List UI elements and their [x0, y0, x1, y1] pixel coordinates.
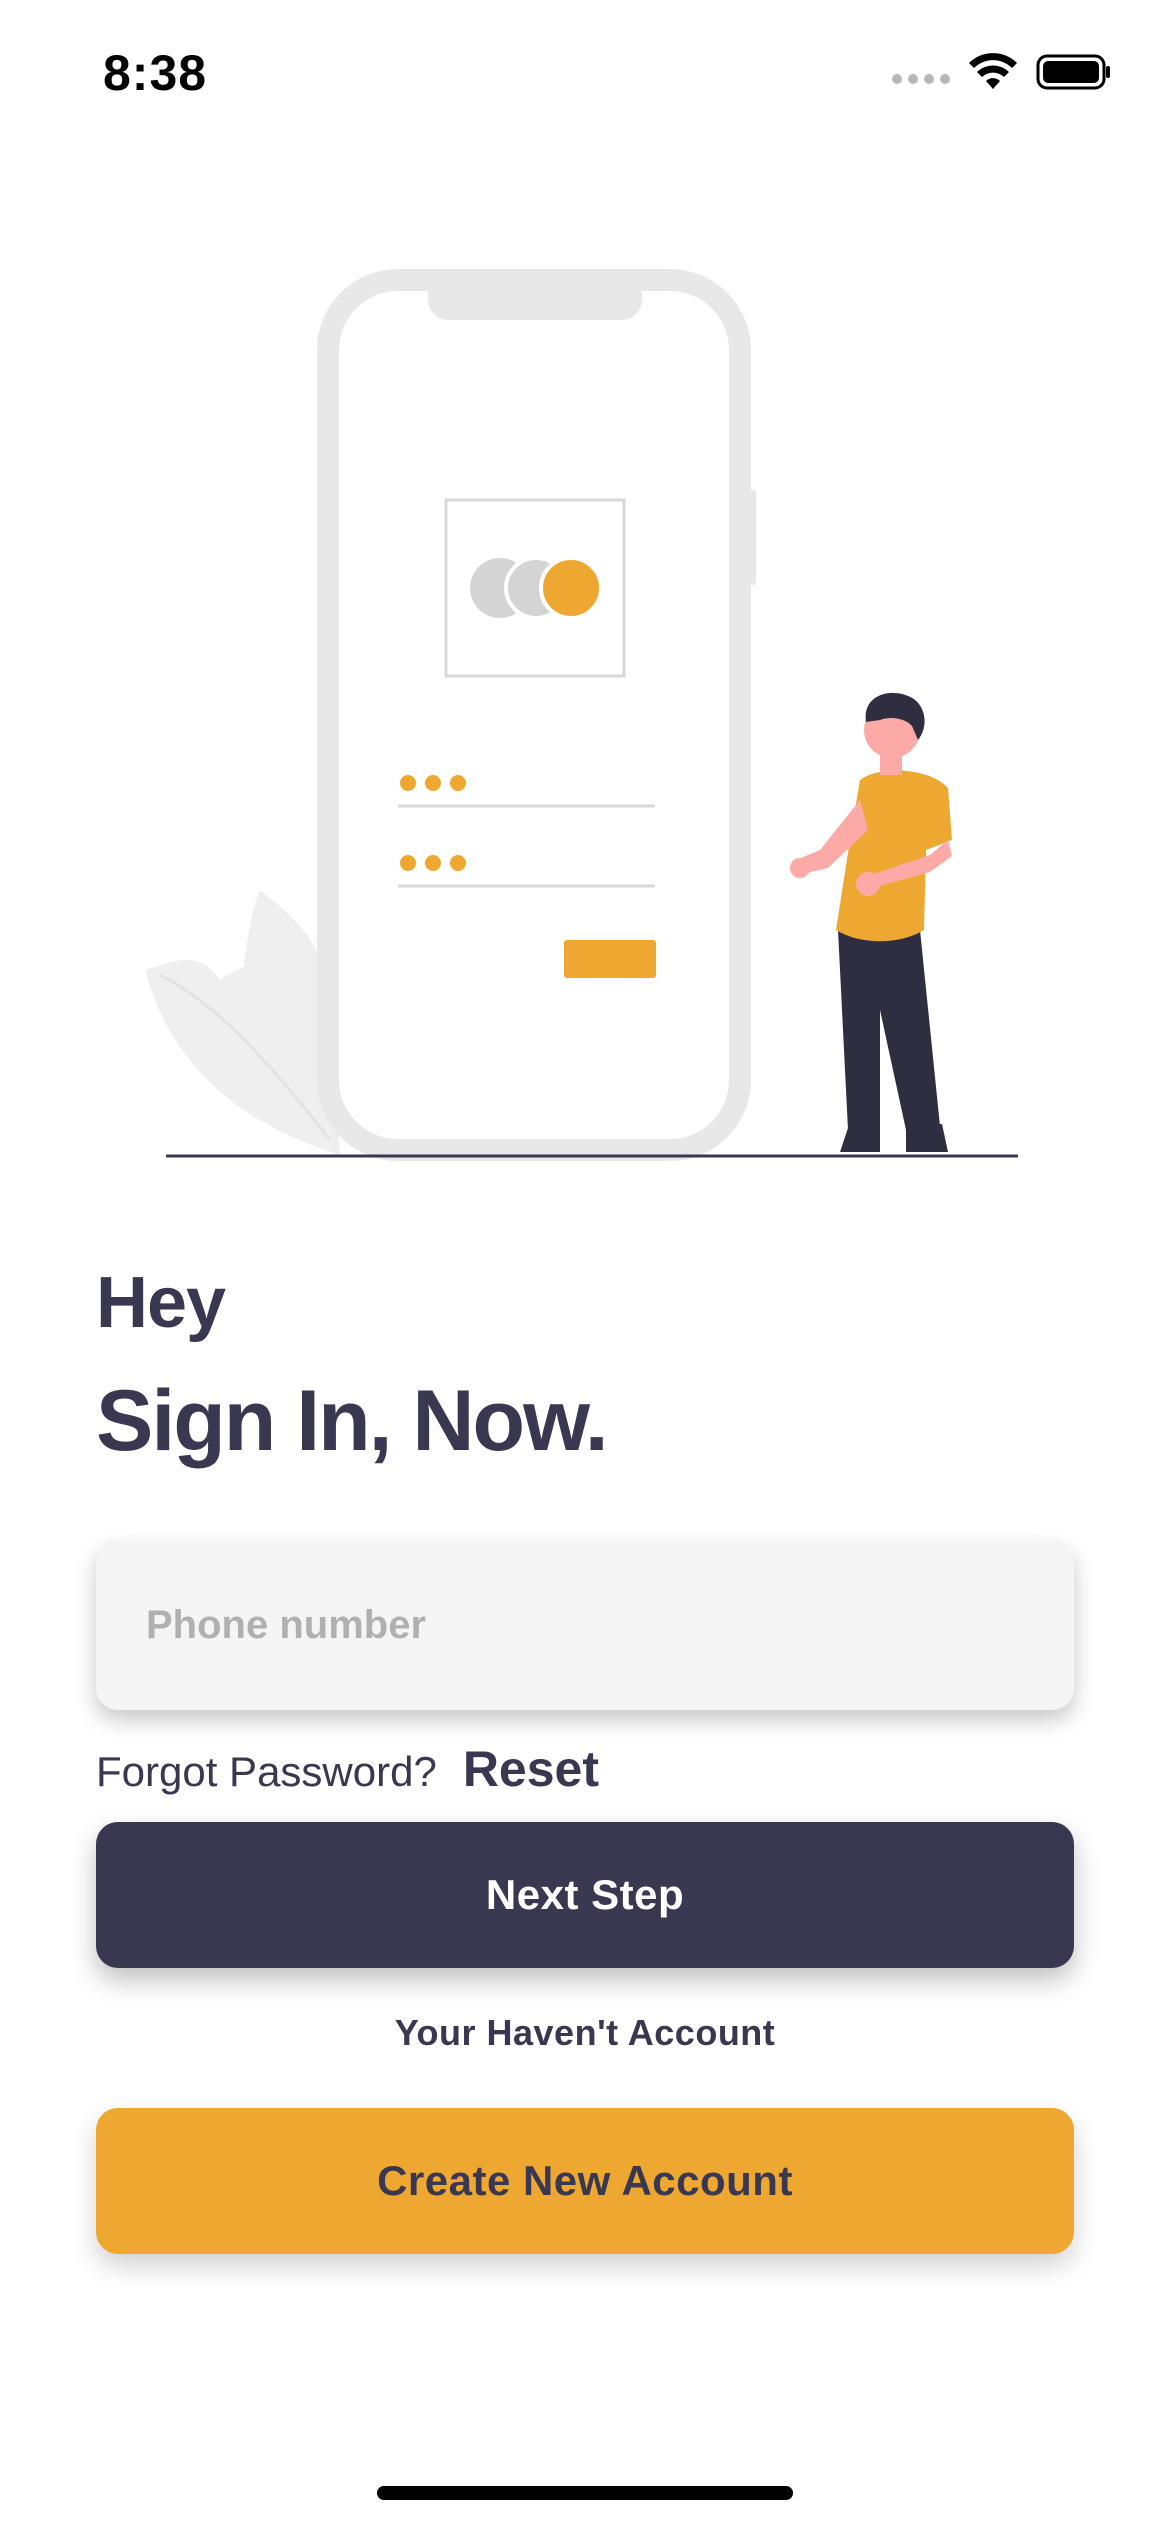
create-account-button[interactable]: Create New Account	[96, 2108, 1074, 2254]
sign-in-illustration	[0, 240, 1170, 1200]
create-account-label: Create New Account	[377, 2157, 793, 2204]
next-step-button[interactable]: Next Step	[96, 1822, 1074, 1968]
person-icon	[790, 692, 952, 1152]
forgot-password-row: Forgot Password? Reset	[96, 1740, 599, 1800]
phone-number-input[interactable]	[144, 1601, 1026, 1649]
phone-mockup-icon	[317, 269, 756, 1161]
forgot-password-label: Forgot Password?	[96, 1748, 437, 1795]
status-time: 8:38	[103, 45, 208, 101]
no-account-text: Your Haven't Account	[394, 2012, 776, 2053]
greeting-text: Hey	[96, 1263, 226, 1343]
cellular-signal-icon	[892, 74, 950, 84]
next-step-label: Next Step	[485, 1871, 685, 1918]
reset-password-link[interactable]: Reset	[463, 1740, 599, 1798]
status-icons	[892, 52, 1112, 92]
leaf-icon	[145, 890, 340, 1155]
battery-icon	[1036, 54, 1110, 90]
wifi-icon	[969, 53, 1017, 89]
home-indicator[interactable]	[377, 2486, 793, 2500]
status-bar: 8:38	[0, 0, 1170, 150]
phone-number-field[interactable]	[96, 1540, 1074, 1710]
page-title: Sign In, Now.	[96, 1373, 609, 1469]
